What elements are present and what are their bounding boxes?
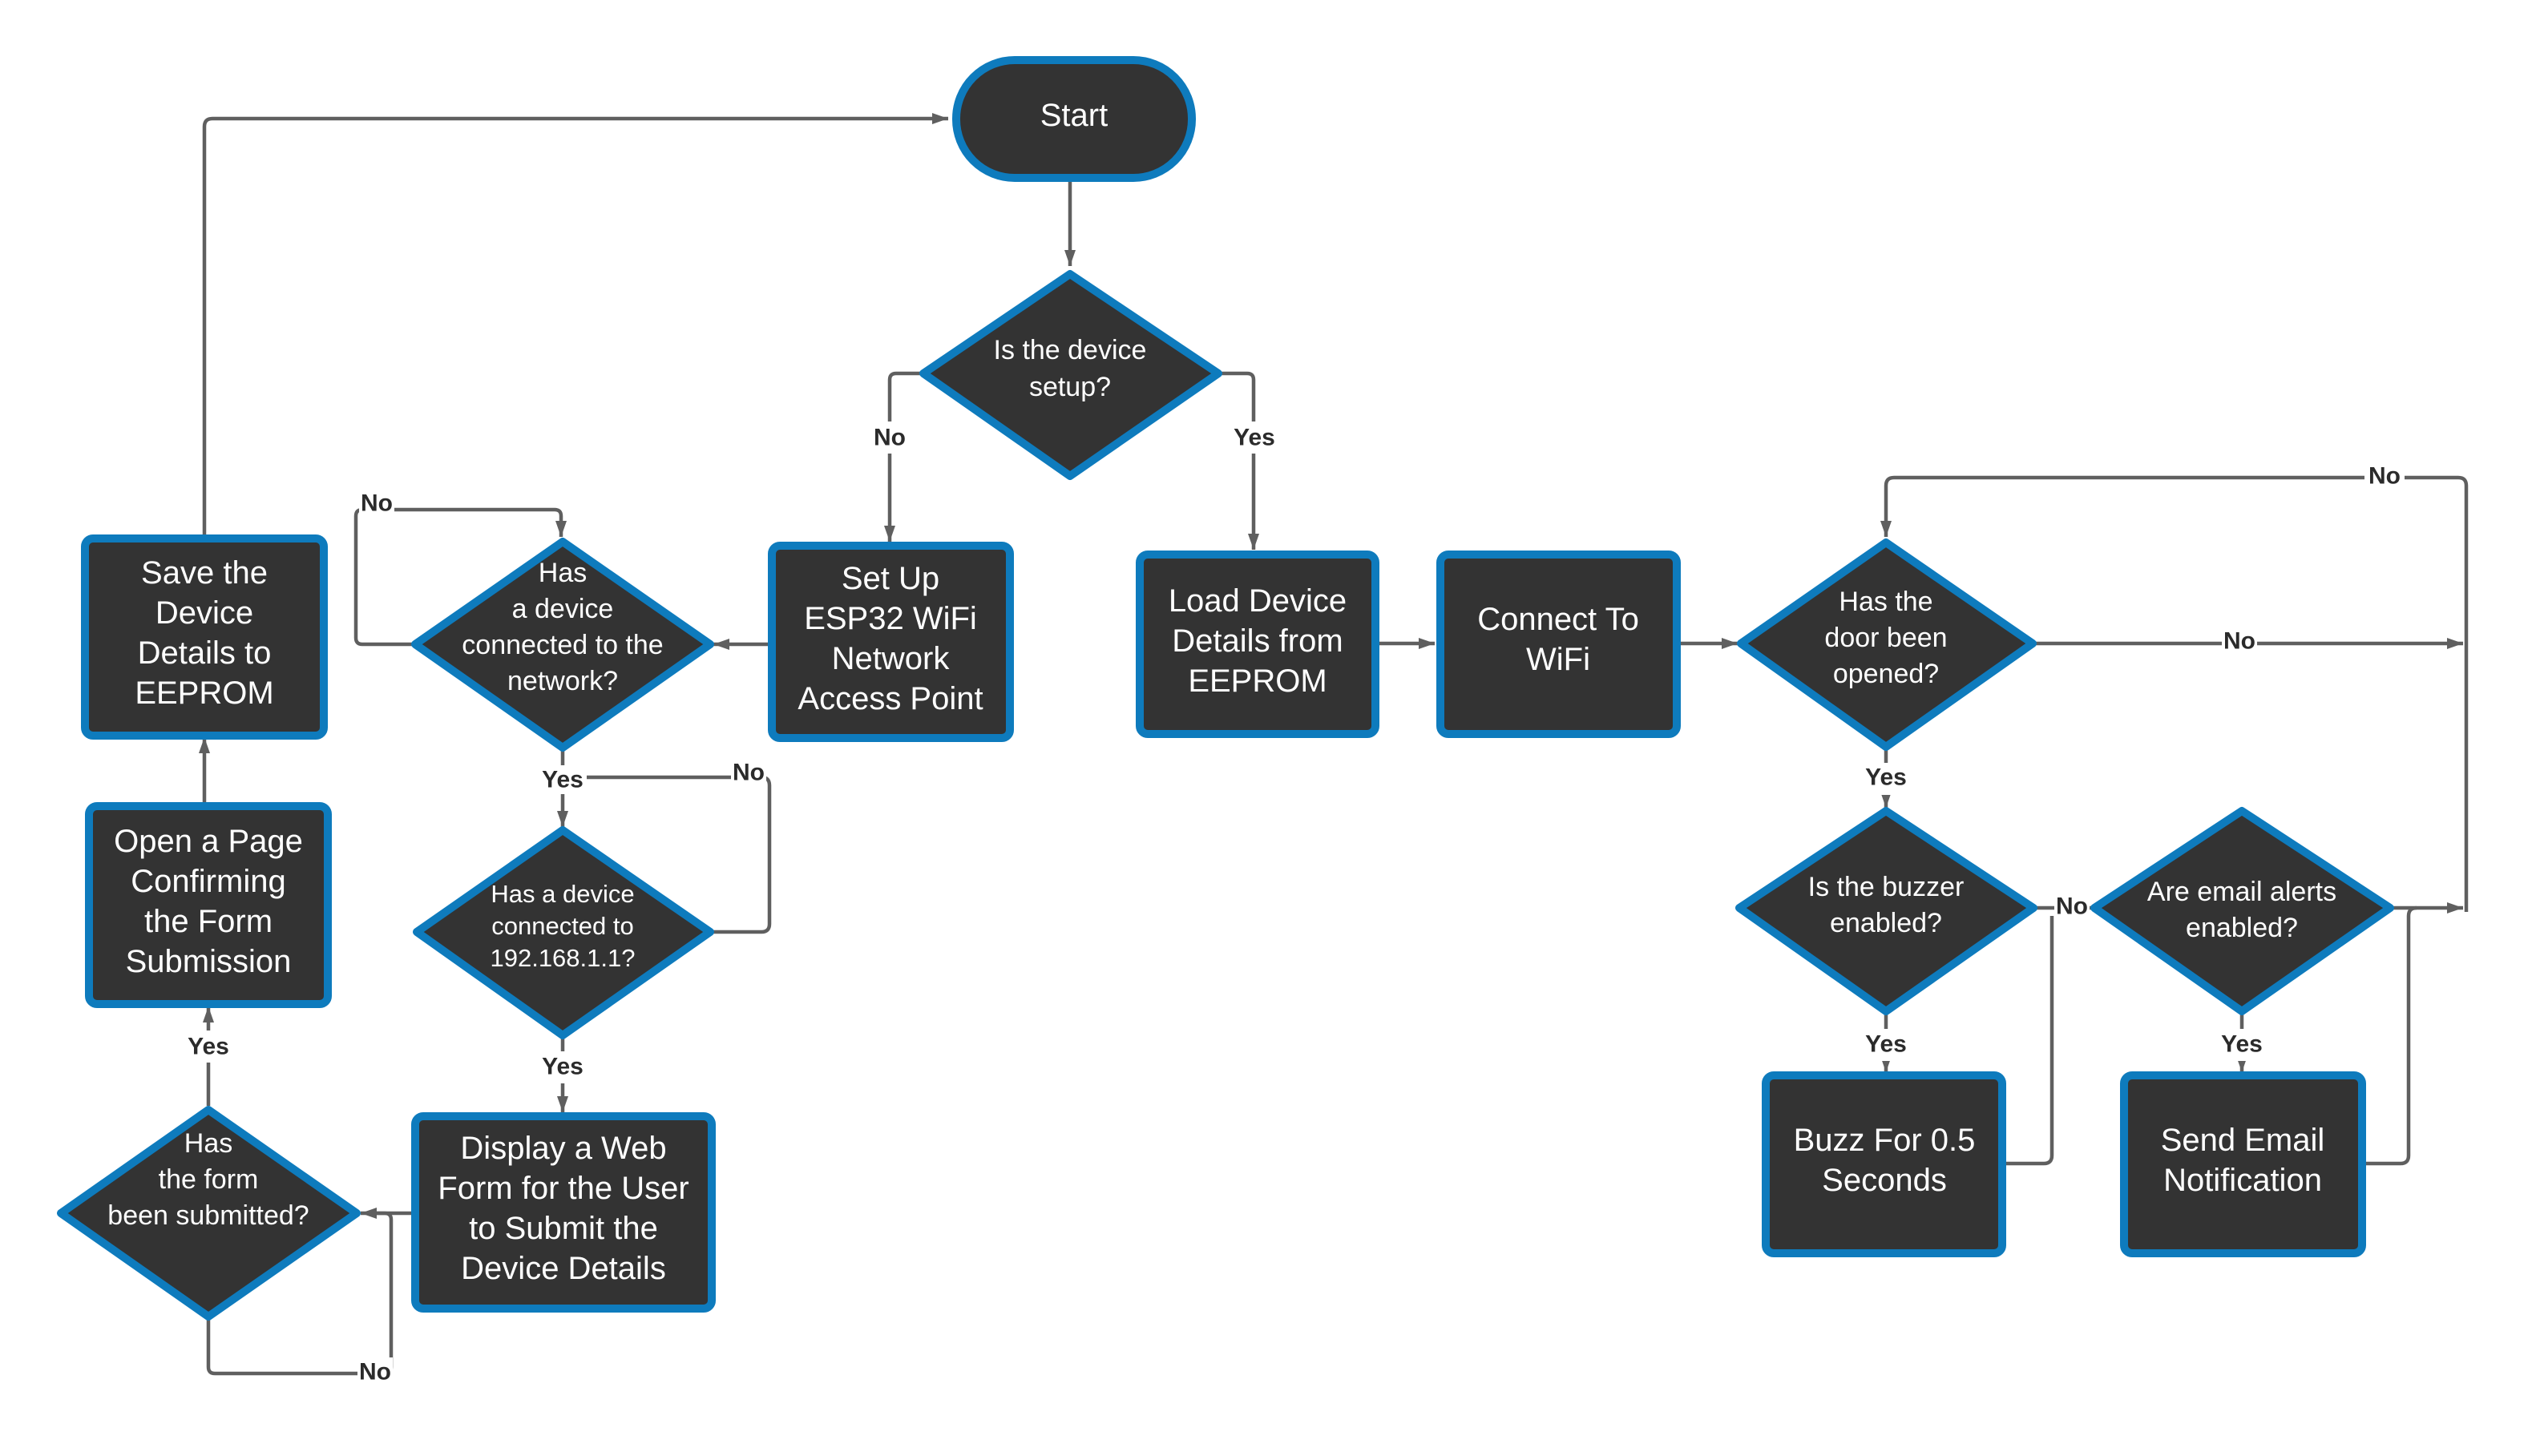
flowchart-canvas: No Yes No Yes No Yes No Yes No No Yes No…	[57, 56, 2469, 1386]
node-buzzer-enabled[interactable]: Is the buzzer enabled?	[1735, 807, 2037, 1015]
node-save-line-4: EEPROM	[135, 676, 273, 711]
edge-device-setup-no	[884, 371, 923, 542]
node-network-line-2: a device	[512, 594, 614, 624]
node-setup-ap-line-1: Set Up	[842, 561, 939, 596]
node-buzzer-line-1: Is the buzzer	[1808, 872, 1965, 902]
node-display-form-line-2: Form for the User	[438, 1171, 689, 1206]
node-setup-ap-line-3: Network	[832, 641, 951, 676]
node-buzzer-line-2: enabled?	[1830, 908, 1942, 938]
node-network-line-4: network?	[507, 666, 618, 696]
node-wifi-line-1: Connect To	[1477, 602, 1639, 637]
label-setup-no: No	[874, 425, 906, 451]
node-submitted-line-3: been submitted?	[107, 1200, 309, 1231]
node-setup-ap-line-2: ESP32 WiFi	[804, 601, 977, 636]
node-submitted-line-2: the form	[159, 1164, 259, 1195]
node-save-line-1: Save the	[141, 555, 268, 591]
label-setup-yes: Yes	[1234, 425, 1275, 451]
node-buzz-line-2: Seconds	[1822, 1163, 1947, 1198]
label-network-yes: Yes	[542, 767, 584, 793]
node-confirm-line-3: the Form	[144, 904, 273, 939]
node-ip-line-2: connected to	[491, 912, 634, 940]
label-buzzer-yes: Yes	[1865, 1031, 1907, 1058]
node-submitted-line-1: Has	[184, 1128, 232, 1159]
node-network-line-1: Has	[539, 558, 587, 588]
node-save-line-2: Device	[155, 595, 253, 631]
edge-loop-back-to-door	[1880, 475, 2469, 912]
node-display-form-line-3: to Submit the	[469, 1211, 658, 1246]
node-ip-line-1: Has a device	[491, 880, 634, 908]
edge-save-to-start	[202, 113, 948, 535]
node-setup-ap-line-4: Access Point	[798, 681, 983, 716]
label-network-no: No	[361, 490, 393, 517]
node-device-setup[interactable]: Is the device setup?	[919, 270, 1222, 480]
node-save-line-3: Details to	[138, 635, 272, 671]
node-door-opened[interactable]: Has the door been opened?	[1737, 538, 2037, 751]
node-save-eeprom[interactable]: Save the Device Details to EEPROM	[81, 534, 328, 740]
node-load-line-2: Details from	[1172, 623, 1343, 659]
node-door-line-1: Has the	[1839, 587, 1932, 617]
label-ip-no: No	[733, 760, 765, 786]
node-buzz-line-1: Buzz For 0.5	[1794, 1123, 1976, 1158]
node-load-eeprom[interactable]: Load Device Details from EEPROM	[1136, 551, 1379, 738]
node-display-form-line-1: Display a Web	[460, 1131, 666, 1166]
label-submitted-yes: Yes	[188, 1034, 229, 1060]
edge-buzz-to-email-check	[2002, 916, 2054, 1166]
node-device-connected-ip[interactable]: Has a device connected to 192.168.1.1?	[413, 826, 714, 1039]
label-buzzer-no: No	[2056, 893, 2088, 920]
node-email-check-line-1: Are email alerts	[2147, 877, 2336, 907]
node-device-connected-network[interactable]: Has a device connected to the network?	[411, 538, 714, 752]
node-connect-wifi[interactable]: Connect To WiFi	[1436, 551, 1681, 738]
node-device-setup-line-1: Is the device	[994, 335, 1147, 365]
node-load-line-1: Load Device	[1169, 583, 1347, 619]
label-email-no: No	[2368, 463, 2401, 490]
edge-device-setup-yes	[1218, 371, 1259, 550]
label-ip-yes: Yes	[542, 1054, 584, 1080]
node-send-email-line-1: Send Email	[2161, 1123, 2325, 1158]
node-display-form[interactable]: Display a Web Form for the User to Submi…	[411, 1112, 716, 1313]
node-start-text: Start	[1040, 98, 1108, 133]
node-wifi-line-2: WiFi	[1526, 642, 1590, 677]
node-buzz[interactable]: Buzz For 0.5 Seconds	[1762, 1071, 2006, 1257]
label-email-yes: Yes	[2221, 1031, 2263, 1058]
node-form-submitted[interactable]: Has the form been submitted?	[57, 1106, 361, 1321]
node-load-line-3: EEPROM	[1188, 663, 1327, 699]
node-setup-ap[interactable]: Set Up ESP32 WiFi Network Access Point	[768, 542, 1014, 742]
node-confirm-page[interactable]: Open a Page Confirming the Form Submissi…	[85, 802, 332, 1008]
label-submitted-no: No	[359, 1359, 391, 1385]
node-email-enabled[interactable]: Are email alerts enabled?	[2090, 807, 2394, 1015]
node-door-line-2: door been	[1824, 623, 1947, 653]
node-confirm-line-4: Submission	[126, 944, 292, 979]
node-send-email-line-2: Notification	[2163, 1163, 2322, 1198]
node-confirm-line-1: Open a Page	[114, 824, 303, 859]
node-display-form-line-4: Device Details	[461, 1251, 666, 1286]
label-door-yes: Yes	[1865, 764, 1907, 791]
node-email-check-line-2: enabled?	[2186, 913, 2298, 943]
label-door-no: No	[2223, 628, 2255, 655]
node-send-email[interactable]: Send Email Notification	[2120, 1071, 2366, 1257]
node-network-line-3: connected to the	[462, 630, 663, 660]
node-start[interactable]: Start	[952, 56, 1196, 182]
node-device-setup-line-2: setup?	[1029, 372, 1111, 402]
node-ip-line-3: 192.168.1.1?	[490, 944, 635, 972]
node-confirm-line-2: Confirming	[131, 864, 285, 899]
node-door-line-3: opened?	[1833, 659, 1939, 689]
edge-send-email-to-loop	[2363, 905, 2417, 1166]
